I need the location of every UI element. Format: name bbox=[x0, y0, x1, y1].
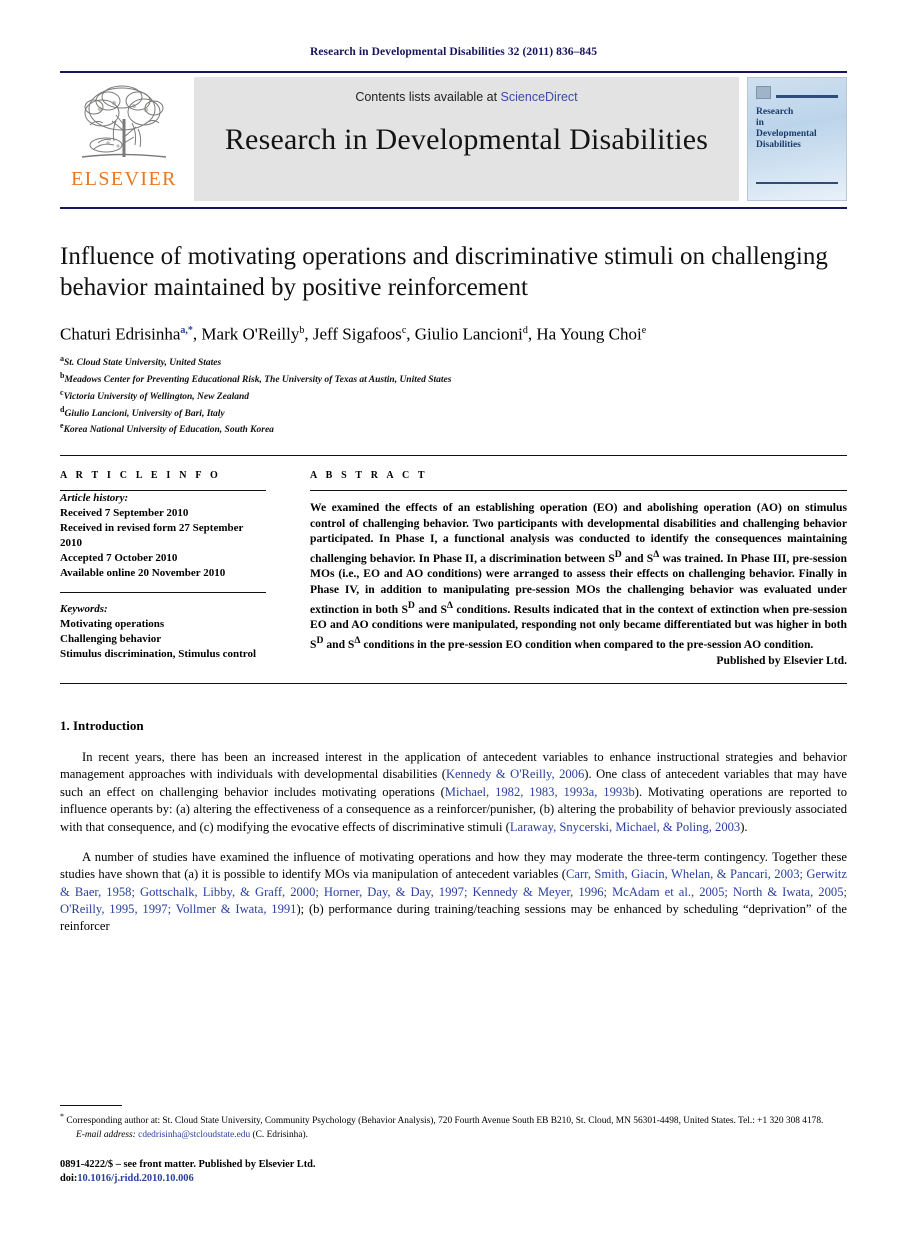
doi-link[interactable]: 10.1016/j.ridd.2010.10.006 bbox=[77, 1173, 193, 1184]
cover-title: Research in Developmental Disabilities bbox=[756, 107, 838, 151]
history-list: Received 7 September 2010 Received in rev… bbox=[60, 506, 266, 581]
author-affiliation-marker: b bbox=[299, 324, 305, 336]
abstract-text: We examined the effects of an establishi… bbox=[310, 500, 847, 652]
imprint-block: 0891-4222/$ – see front matter. Publishe… bbox=[60, 1158, 316, 1186]
abstract-text-run: conditions in the pre-session EO conditi… bbox=[360, 637, 814, 651]
elsevier-tree-icon bbox=[81, 85, 167, 158]
abstract-superscript: D bbox=[407, 599, 415, 611]
affiliation: dGiulio Lancioni, University of Bari, It… bbox=[60, 404, 847, 421]
keywords-rule bbox=[60, 592, 266, 594]
email-owner: (C. Edrisinha). bbox=[252, 1130, 308, 1141]
affiliation-text: Korea National University of Education, … bbox=[63, 425, 274, 436]
cover-title-line-4: Disabilities bbox=[756, 140, 801, 150]
author-list: Chaturi Edrisinhaa,*, Mark O'Reillyb, Je… bbox=[60, 324, 647, 344]
email-link[interactable]: cdedrisinha@stcloudstate.edu bbox=[138, 1130, 250, 1140]
corresponding-author-text: Corresponding author at: St. Cloud State… bbox=[66, 1115, 824, 1126]
abstract-text-run: and S bbox=[414, 602, 447, 616]
cover-top-rule bbox=[776, 95, 838, 98]
citation-link[interactable]: Michael, 1982, 1983, 1993a, 1993b bbox=[445, 785, 635, 799]
abstract-superscript: D bbox=[614, 548, 622, 560]
author-name: Mark O'Reilly bbox=[201, 324, 300, 344]
abstract-bottom-rule bbox=[60, 683, 847, 685]
abstract-column: A B S T R A C T We examined the effects … bbox=[292, 470, 847, 667]
introduction-paragraph-1: In recent years, there has been an incre… bbox=[60, 749, 847, 836]
history-item: Available online 20 November 2010 bbox=[60, 567, 226, 580]
contents-available-line: Contents lists available at ScienceDirec… bbox=[355, 90, 577, 104]
corresponding-author-note: * Corresponding author at: St. Cloud Sta… bbox=[60, 1111, 847, 1128]
author-affiliation-marker: e bbox=[641, 324, 647, 336]
history-item: Received 7 September 2010 bbox=[60, 507, 189, 520]
cover-badge-icon bbox=[756, 86, 771, 99]
abstract-publisher-line: Published by Elsevier Ltd. bbox=[716, 654, 847, 668]
sciencedirect-link[interactable]: ScienceDirect bbox=[501, 90, 578, 104]
introduction-heading: 1. Introduction bbox=[60, 718, 144, 734]
journal-banner: Contents lists available at ScienceDirec… bbox=[194, 77, 739, 201]
elsevier-logo: ELSEVIER bbox=[60, 73, 188, 191]
paragraph-text: ). bbox=[740, 819, 748, 834]
affiliation: eKorea National University of Education,… bbox=[60, 420, 847, 437]
citation-link[interactable]: Laraway, Snycerski, Michael, & Poling, 2… bbox=[510, 820, 740, 834]
history-item: Accepted 7 October 2010 bbox=[60, 552, 178, 565]
affiliation-list: aSt. Cloud State University, United Stat… bbox=[60, 353, 847, 437]
author-name: Giulio Lancioni bbox=[414, 324, 523, 344]
affiliation-text: Meadows Center for Preventing Educationa… bbox=[64, 375, 452, 386]
keyword-item: Motivating operations bbox=[60, 618, 165, 631]
keywords-label: Keywords: bbox=[60, 603, 108, 616]
cover-title-line-2: in bbox=[756, 118, 764, 128]
article-info-column: A R T I C L E I N F O Article history: R… bbox=[60, 470, 292, 667]
article-info-heading: A R T I C L E I N F O bbox=[60, 470, 221, 482]
author-name: Jeff Sigafoos bbox=[312, 324, 402, 344]
cover-title-line-3: Developmental bbox=[756, 129, 817, 139]
journal-masthead: ELSEVIER Contents lists available at Sci… bbox=[60, 71, 847, 207]
affiliation: cVictoria University of Wellington, New … bbox=[60, 387, 847, 404]
keywords-list: Motivating operations Challenging behavio… bbox=[60, 617, 266, 662]
history-item: Received in revised form 27 September 20… bbox=[60, 522, 244, 550]
info-divider bbox=[60, 455, 847, 457]
journal-cover-thumbnail[interactable]: Research in Developmental Disabilities bbox=[747, 77, 847, 201]
email-note: E-mail address: cdedrisinha@stcloudstate… bbox=[60, 1129, 847, 1142]
email-label: E-mail address: bbox=[76, 1130, 136, 1141]
affiliation: bMeadows Center for Preventing Education… bbox=[60, 370, 847, 387]
doi-label: doi: bbox=[60, 1173, 78, 1184]
author-name: Chaturi Edrisinha bbox=[60, 324, 181, 344]
front-matter-line: 0891-4222/$ – see front matter. Publishe… bbox=[60, 1159, 316, 1170]
abstract-heading: A B S T R A C T bbox=[310, 470, 428, 482]
contents-label: Contents lists available at bbox=[355, 90, 498, 104]
abstract-rule bbox=[310, 490, 847, 492]
history-label: Article history: bbox=[60, 492, 129, 505]
affiliation-text: Giulio Lancioni, University of Bari, Ita… bbox=[64, 408, 225, 419]
footnote-rule bbox=[60, 1104, 122, 1106]
keyword-item: Challenging behavior bbox=[60, 633, 162, 646]
cover-title-line-1: Research bbox=[756, 107, 794, 117]
article-page: Research in Developmental Disabilities 3… bbox=[0, 0, 907, 1238]
author-affiliation-marker: c bbox=[401, 324, 407, 336]
abstract-text-run: and S bbox=[621, 551, 654, 565]
running-head: Research in Developmental Disabilities 3… bbox=[309, 46, 598, 58]
elsevier-wordmark: ELSEVIER bbox=[71, 168, 177, 190]
affiliation: aSt. Cloud State University, United Stat… bbox=[60, 353, 847, 370]
doi-line: doi:10.1016/j.ridd.2010.10.006 bbox=[60, 1172, 316, 1186]
introduction-section: 1. Introduction In recent years, there h… bbox=[60, 718, 847, 936]
cover-bottom-rule bbox=[756, 182, 838, 184]
author-affiliation-marker: d bbox=[522, 324, 528, 336]
author-name: Ha Young Choi bbox=[536, 324, 642, 344]
abstract-text-run: and S bbox=[323, 637, 355, 651]
affiliation-text: St. Cloud State University, United State… bbox=[64, 358, 222, 369]
author-affiliation-marker[interactable]: a,* bbox=[180, 325, 193, 336]
corresponding-marker: * bbox=[60, 1111, 64, 1121]
footnote-block: * Corresponding author at: St. Cloud Sta… bbox=[60, 1104, 847, 1142]
journal-title: Research in Developmental Disabilities bbox=[224, 123, 709, 156]
citation-link[interactable]: Kennedy & O'Reilly, 2006 bbox=[446, 767, 584, 781]
keyword-item: Stimulus discrimination, Stimulus contro… bbox=[60, 648, 256, 661]
page-title: Influence of motivating operations and d… bbox=[60, 243, 828, 301]
affiliation-text: Victoria University of Wellington, New Z… bbox=[63, 392, 249, 403]
introduction-paragraph-2: A number of studies have examined the in… bbox=[60, 849, 847, 936]
